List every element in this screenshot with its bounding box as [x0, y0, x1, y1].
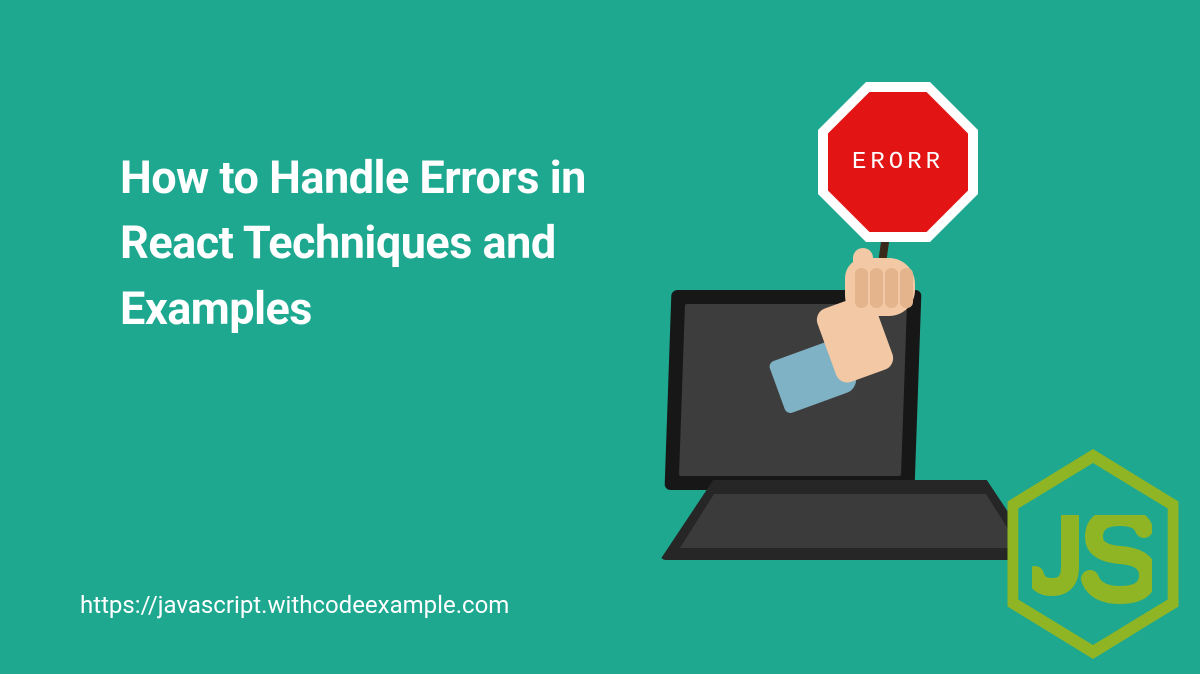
js-glyph-icon [1032, 515, 1152, 605]
js-logo-icon [998, 449, 1188, 659]
source-url: https://javascript.withcodeexample.com [80, 591, 509, 619]
stop-sign-label: ERORR [852, 149, 944, 176]
stop-sign-icon: ERORR [818, 82, 978, 242]
laptop-base-icon [660, 480, 1040, 560]
page-title: How to Handle Errors in React Techniques… [120, 145, 600, 341]
hero-illustration: ERORR [620, 120, 1050, 550]
knuckles-icon [855, 268, 913, 308]
